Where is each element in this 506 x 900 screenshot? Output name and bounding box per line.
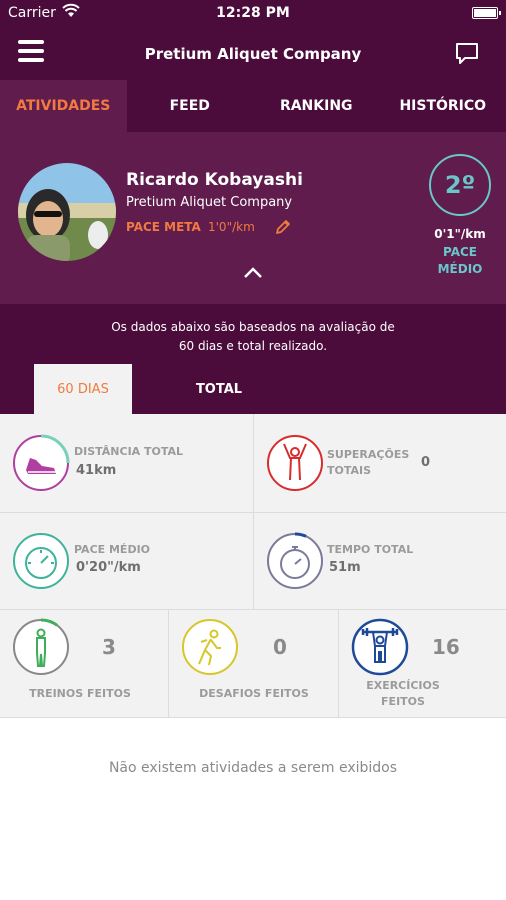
edit-pencil-icon[interactable] bbox=[274, 218, 292, 240]
profile-panel: Ricardo Kobayashi Pretium Aliquet Compan… bbox=[0, 132, 506, 304]
status-time: 12:28 PM bbox=[216, 5, 290, 21]
pace-medio-value: 0'1"/km bbox=[434, 227, 486, 241]
superacoes-label-line2: TOTAIS bbox=[327, 464, 372, 477]
navbar-title: Pretium Aliquet Company bbox=[144, 45, 362, 63]
stat-desafios-feitos[interactable]: 0 DESAFIOS FEITOS bbox=[169, 610, 339, 718]
tab-atividades[interactable]: ATIVIDADES bbox=[0, 80, 127, 132]
pace-label-line2: MÉDIO bbox=[437, 262, 483, 276]
stat-distancia-total[interactable]: DISTÂNCIA TOTAL 41km bbox=[0, 414, 254, 513]
hiker-icon bbox=[181, 618, 239, 680]
stat-pace-medio[interactable]: PACE MÉDIO 0'20"/km bbox=[0, 513, 254, 610]
pace-medio-label: PACE MÉDIO bbox=[420, 244, 500, 278]
distancia-value: 41km bbox=[76, 463, 117, 478]
superacoes-label: SUPERAÇÕES TOTAIS bbox=[327, 447, 409, 479]
person-training-icon bbox=[12, 618, 70, 680]
top-navbar: Pretium Aliquet Company bbox=[0, 28, 506, 80]
superacoes-value: 0 bbox=[421, 455, 431, 470]
treinos-label: TREINOS FEITOS bbox=[29, 687, 131, 700]
exercicios-label-line1: EXERCÍCIOS bbox=[366, 679, 440, 692]
desafios-label: DESAFIOS FEITOS bbox=[199, 687, 309, 700]
tempo-total-label: TEMPO TOTAL bbox=[327, 543, 414, 556]
tab-ranking[interactable]: RANKING bbox=[253, 80, 380, 132]
status-bar: Carrier 12:28 PM bbox=[0, 0, 506, 28]
avatar[interactable] bbox=[18, 163, 116, 261]
stopwatch-icon bbox=[266, 532, 324, 594]
person-cheering-icon bbox=[266, 434, 324, 496]
info-panel: Os dados abaixo são baseados na avaliaçã… bbox=[0, 304, 506, 414]
stat-treinos-feitos[interactable]: 3 TREINOS FEITOS bbox=[0, 610, 169, 718]
exercicios-label-line2: FEITOS bbox=[381, 695, 425, 708]
distancia-label: DISTÂNCIA TOTAL bbox=[74, 445, 184, 458]
empty-activities-message: Não existem atividades a serem exibidos bbox=[108, 760, 398, 776]
treinos-value: 3 bbox=[102, 635, 116, 659]
user-company: Pretium Aliquet Company bbox=[126, 195, 293, 210]
ranking-position-badge: 2º bbox=[429, 154, 491, 216]
pace-medio-stat-label: PACE MÉDIO bbox=[74, 543, 151, 556]
weightlifter-icon bbox=[351, 618, 409, 680]
speedometer-icon bbox=[12, 532, 70, 594]
exercicios-label: EXERCÍCIOS FEITOS bbox=[339, 678, 467, 710]
stat-tempo-total[interactable]: TEMPO TOTAL 51m bbox=[254, 513, 506, 610]
main-tabs: ATIVIDADES FEED RANKING HISTÓRICO bbox=[0, 80, 506, 132]
battery-icon bbox=[472, 7, 501, 19]
desafios-value: 0 bbox=[273, 635, 287, 659]
stats-grid: DISTÂNCIA TOTAL 41km SUPERAÇÕES TOTAIS 0… bbox=[0, 414, 506, 718]
tab-historico[interactable]: HISTÓRICO bbox=[380, 80, 506, 132]
chat-icon[interactable] bbox=[454, 41, 480, 71]
tab-60-dias[interactable]: 60 DIAS bbox=[34, 364, 132, 414]
pace-label-line1: PACE bbox=[443, 245, 477, 259]
pace-meta-value: 1'0"/km bbox=[208, 220, 255, 234]
info-text: Os dados abaixo são baseados na avaliaçã… bbox=[80, 318, 426, 356]
stat-superacoes[interactable]: SUPERAÇÕES TOTAIS 0 bbox=[254, 414, 506, 513]
info-text-line1: Os dados abaixo são baseados na avaliaçã… bbox=[111, 320, 395, 334]
chevron-up-icon[interactable] bbox=[243, 264, 263, 283]
superacoes-label-line1: SUPERAÇÕES bbox=[327, 448, 410, 461]
tab-total[interactable]: TOTAL bbox=[170, 364, 268, 414]
user-name: Ricardo Kobayashi bbox=[126, 170, 303, 190]
tab-feed[interactable]: FEED bbox=[127, 80, 254, 132]
tempo-total-value: 51m bbox=[329, 560, 361, 575]
pace-medio-stat-value: 0'20"/km bbox=[76, 560, 141, 575]
shoe-icon bbox=[12, 434, 70, 496]
stat-exercicios-feitos[interactable]: 16 EXERCÍCIOS FEITOS bbox=[339, 610, 506, 718]
info-text-line2: 60 dias e total realizado. bbox=[178, 339, 328, 353]
pace-meta-label: PACE META bbox=[126, 220, 201, 234]
exercicios-value: 16 bbox=[432, 635, 460, 659]
